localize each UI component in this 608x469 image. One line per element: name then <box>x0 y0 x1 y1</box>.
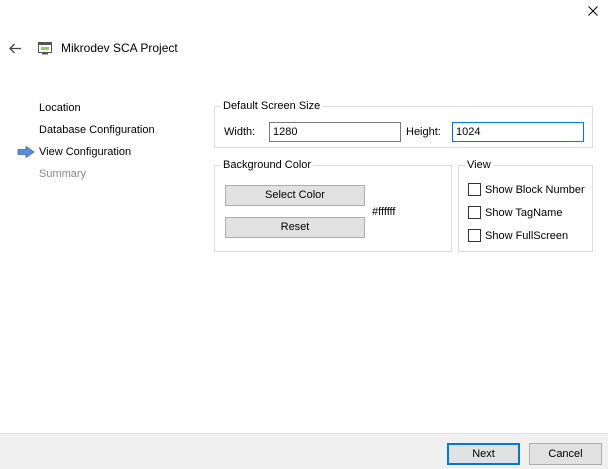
step-database-configuration[interactable]: Database Configuration <box>39 124 155 136</box>
show-tagname-label: Show TagName <box>485 206 563 219</box>
show-tagname-option[interactable]: Show TagName <box>468 206 562 219</box>
show-fullscreen-option[interactable]: Show FullScreen <box>468 229 568 242</box>
screen-size-group-title: Default Screen Size <box>221 100 323 113</box>
show-fullscreen-checkbox[interactable] <box>468 229 481 242</box>
width-input[interactable]: 1280 <box>269 122 401 142</box>
next-button[interactable]: Next <box>447 443 520 465</box>
back-button[interactable] <box>7 40 23 56</box>
color-value: #ffffff <box>372 206 396 218</box>
close-button[interactable] <box>582 2 604 20</box>
background-color-group-title: Background Color <box>221 159 314 172</box>
close-icon <box>588 6 598 16</box>
window-title: Mikrodev SCA Project <box>61 41 178 55</box>
height-input[interactable]: 1024 <box>452 122 584 142</box>
background-color-group: Background Color <box>214 159 452 252</box>
back-arrow-icon <box>8 43 21 53</box>
cancel-button[interactable]: Cancel <box>529 443 602 465</box>
select-color-button[interactable]: Select Color <box>225 185 365 206</box>
current-step-arrow-icon <box>17 146 35 158</box>
step-summary: Summary <box>39 168 87 180</box>
view-group-title: View <box>465 159 493 172</box>
width-label: Width: <box>224 126 256 138</box>
show-block-number-checkbox[interactable] <box>468 183 481 196</box>
project-icon <box>38 42 52 55</box>
show-block-number-label: Show Block Number <box>485 183 585 196</box>
step-location[interactable]: Location <box>39 102 81 114</box>
reset-color-button[interactable]: Reset <box>225 217 365 238</box>
show-tagname-checkbox[interactable] <box>468 206 481 219</box>
show-block-number-option[interactable]: Show Block Number <box>468 183 585 196</box>
height-label: Height: <box>406 126 441 138</box>
step-view-configuration[interactable]: View Configuration <box>39 146 131 158</box>
show-fullscreen-label: Show FullScreen <box>485 229 569 242</box>
